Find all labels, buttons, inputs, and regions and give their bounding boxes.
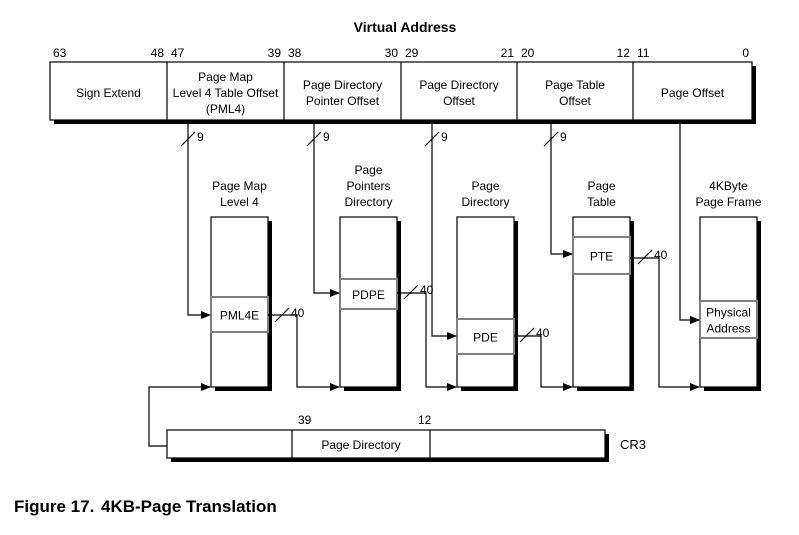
pte-base-line — [630, 257, 700, 391]
table-title: Level 4 — [220, 195, 259, 209]
table-title: Page — [587, 179, 615, 193]
field-label: Page Offset — [661, 86, 725, 100]
field-label: Level 4 Table Offset — [173, 86, 279, 100]
bit-number-hi: 11 — [637, 46, 650, 60]
table-title: Page — [354, 163, 382, 177]
bit-number-hi: 29 — [405, 46, 419, 60]
pdp-index-width: 9 — [323, 130, 330, 144]
bit-number-hi: 47 — [171, 46, 185, 60]
table-title: 4KByte — [709, 179, 748, 193]
bit-number-lo: 12 — [617, 46, 631, 60]
bit-number-lo: 39 — [268, 46, 282, 60]
cr3-bit-lo: 12 — [418, 413, 432, 427]
pde-base-line — [514, 335, 573, 391]
bit-number-lo: 21 — [501, 46, 515, 60]
cr3-register: 39 12 Page Directory CR3 — [166, 413, 646, 462]
virtual-address-title: Virtual Address — [354, 19, 457, 35]
table: Page Table PTE — [572, 179, 634, 391]
table: Page Directory PDE — [456, 179, 518, 391]
figure-caption: 4KB-Page Translation — [101, 497, 277, 516]
figure-number: Figure 17. — [14, 497, 94, 516]
pt-index-width: 9 — [560, 130, 567, 144]
field-label: Offset — [559, 94, 591, 108]
cr3-field-label: Page Directory — [321, 438, 400, 452]
field-label: Sign Extend — [76, 86, 141, 100]
table-entry-label: PTE — [590, 250, 613, 264]
bit-number-hi: 38 — [288, 46, 302, 60]
pdp-index-line — [313, 124, 340, 297]
table: Page Pointers Directory PDPE — [339, 163, 401, 391]
table-title: Page — [471, 179, 499, 193]
page-offset-line — [679, 124, 700, 324]
cr3-name: CR3 — [620, 437, 646, 452]
field-label: Page Directory — [303, 78, 382, 92]
field-label: Pointer Offset — [306, 94, 380, 108]
table-entry-label: PML4E — [220, 309, 259, 323]
bit-number-lo: 30 — [385, 46, 399, 60]
pte-width: 40 — [654, 248, 668, 262]
table-title: Pointers — [346, 179, 390, 193]
bit-number-hi: 63 — [53, 46, 67, 60]
field-label: (PML4) — [206, 102, 245, 116]
pde-width: 40 — [536, 326, 550, 340]
table: Page Map Level 4 PML4E — [210, 179, 272, 391]
table-title: Directory — [344, 195, 392, 209]
cr3-bit-hi: 39 — [298, 413, 312, 427]
pd-index-width: 9 — [441, 130, 448, 144]
bus-width-slash — [403, 284, 419, 300]
table-entry-label: Address — [706, 322, 750, 336]
bit-number-hi: 20 — [521, 46, 535, 60]
table: 4KByte Page Frame Physical Address — [695, 179, 762, 391]
field-label: Page Table — [545, 78, 605, 92]
table-title: Directory — [461, 195, 509, 209]
table-title: Page Frame — [695, 195, 761, 209]
field-label: Page Directory — [419, 78, 498, 92]
bus-width-slash — [637, 249, 653, 265]
bit-number-lo: 0 — [742, 46, 749, 60]
table-entry-label: PDE — [473, 331, 498, 345]
bit-number-lo: 48 — [151, 46, 165, 60]
pml4e-width: 40 — [291, 306, 305, 320]
pdpe-base-line — [397, 292, 457, 391]
field-label: Page Map — [198, 70, 253, 84]
pdpe-width: 40 — [420, 283, 434, 297]
table-title: Table — [587, 195, 616, 209]
table-title: Page Map — [212, 179, 267, 193]
bus-width-slash — [519, 327, 535, 343]
pml4-index-width: 9 — [197, 130, 204, 144]
pml4-index-line — [187, 124, 211, 319]
page-translation-diagram: Virtual Address 63 48 Sign Extend 47 39 Page … — [14, 19, 762, 516]
pd-index-line — [431, 124, 457, 340]
table-entry-label: PDPE — [352, 288, 385, 302]
table-entry-label: Physical — [706, 306, 751, 320]
virtual-address-register — [49, 61, 756, 124]
pml4e-base-line — [268, 314, 340, 391]
field-label: Offset — [443, 94, 475, 108]
table-box — [456, 216, 515, 388]
